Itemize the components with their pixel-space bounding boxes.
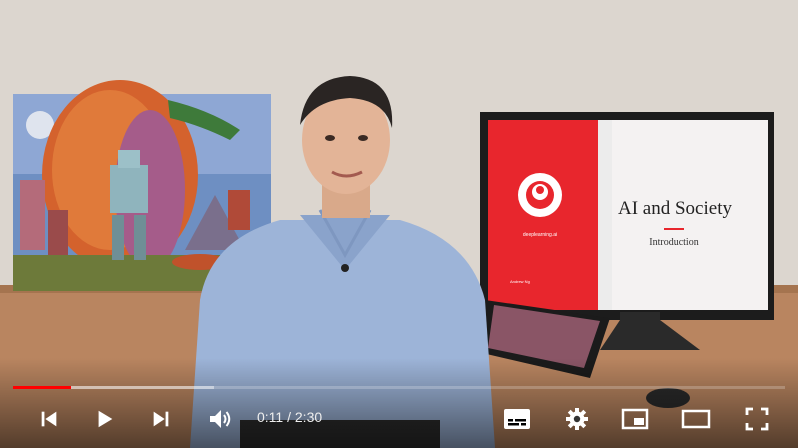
duration: 2:30 bbox=[294, 409, 323, 425]
subtitles-button[interactable] bbox=[500, 400, 534, 438]
play-button[interactable] bbox=[90, 400, 120, 438]
miniplayer-icon bbox=[621, 408, 649, 430]
next-button[interactable] bbox=[146, 400, 176, 438]
previous-button[interactable] bbox=[34, 400, 64, 438]
fullscreen-button[interactable] bbox=[740, 400, 774, 438]
progress-bar[interactable] bbox=[13, 383, 785, 391]
slide-title: AI and Society bbox=[618, 198, 732, 219]
time-display: 0:11 / 2:30 bbox=[257, 409, 322, 425]
miniplayer-button[interactable] bbox=[618, 400, 652, 438]
fullscreen-icon bbox=[745, 407, 769, 431]
current-time: 0:11 bbox=[257, 409, 284, 425]
skip-previous-icon bbox=[41, 411, 57, 427]
slide-footer: Andrew Ng bbox=[510, 279, 530, 284]
skip-next-icon bbox=[153, 411, 169, 427]
video-player[interactable]: AI and Society Introduction deeplearning… bbox=[0, 0, 798, 448]
time-separator: / bbox=[283, 409, 295, 425]
play-icon bbox=[98, 410, 113, 428]
volume-icon bbox=[210, 410, 231, 428]
gear-icon bbox=[566, 408, 588, 430]
slide-subtitle: Introduction bbox=[649, 237, 698, 248]
slide-brand: deeplearning.ai bbox=[523, 232, 557, 238]
subtitles-icon bbox=[504, 409, 530, 429]
progress-played bbox=[13, 386, 71, 389]
settings-button[interactable] bbox=[560, 400, 594, 438]
theater-mode-button[interactable] bbox=[678, 400, 714, 438]
volume-button[interactable] bbox=[206, 400, 236, 438]
theater-mode-icon bbox=[681, 409, 711, 429]
